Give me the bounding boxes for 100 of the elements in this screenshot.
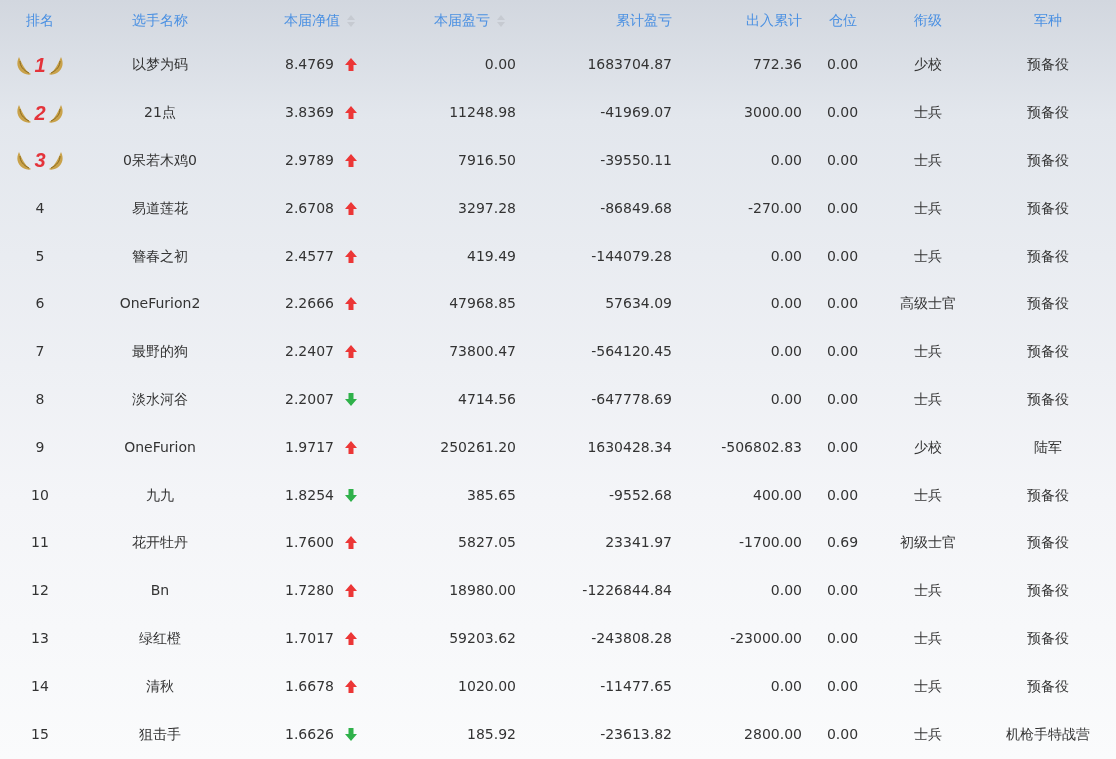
profit-value: 4714.56 (458, 389, 516, 409)
player-name: 绿红橙 (139, 628, 181, 648)
rank-number: 1 (34, 52, 46, 78)
net-value: 1.6626 (285, 724, 334, 744)
position-value: 0.00 (826, 294, 859, 314)
net-value: 1.6678 (285, 676, 334, 696)
rank-grade: 士兵 (913, 151, 942, 170)
net-value: 2.4577 (285, 246, 334, 266)
total-profit: -86849.68 (600, 198, 672, 218)
rank-grade: 高级士官 (899, 294, 956, 314)
net-flow: 0.00 (770, 676, 802, 696)
rank-grade: 士兵 (913, 389, 942, 409)
position-value: 0.00 (826, 389, 859, 409)
rank-grade: 士兵 (913, 628, 942, 648)
net-flow: 0.00 (770, 151, 802, 170)
position-value: 0.00 (826, 628, 859, 648)
total-profit: 1683704.87 (587, 55, 672, 75)
position-value: 0.00 (826, 485, 859, 505)
total-profit: -144079.28 (591, 246, 672, 266)
branch-name: 预备役 (1027, 342, 1069, 362)
profit-value: 385.65 (467, 485, 516, 505)
net-flow: 400.00 (753, 485, 802, 505)
player-name: 清秋 (146, 676, 174, 696)
player-name: 淡水河谷 (132, 389, 188, 409)
rank-number: 6 (35, 294, 45, 314)
rank-number: 5 (35, 246, 45, 266)
branch-name: 机枪手特战营 (1006, 724, 1090, 744)
column-header[interactable]: 仓位 (828, 10, 857, 31)
column-header[interactable]: 排名 (26, 10, 54, 31)
net-value: 8.4769 (285, 55, 334, 75)
profit-value: 47968.85 (449, 294, 516, 314)
branch-name: 陆军 (1034, 437, 1062, 457)
rank-grade: 士兵 (913, 198, 942, 218)
total-profit: -11477.65 (600, 676, 672, 696)
branch-name: 预备役 (1027, 581, 1069, 601)
net-value: 1.9717 (285, 437, 334, 457)
column-header[interactable]: 累计盈亏 (616, 10, 672, 31)
rank-number: 7 (35, 342, 45, 362)
player-name: OneFurion2 (119, 294, 201, 314)
player-name: 最野的狗 (132, 342, 188, 362)
rank-number: 8 (35, 389, 45, 409)
net-value: 1.7280 (285, 581, 334, 601)
position-value: 0.69 (826, 533, 859, 553)
player-name: 九九 (146, 485, 174, 505)
rank-grade: 士兵 (913, 724, 942, 744)
rank-grade: 少校 (913, 437, 942, 457)
profit-value: 7916.50 (458, 151, 516, 170)
player-name: OneFurion (124, 437, 196, 457)
player-name: 0呆若木鸡0 (123, 151, 197, 170)
profit-value: 185.92 (467, 724, 516, 744)
profit-value: 11248.98 (449, 103, 516, 123)
total-profit: -39550.11 (600, 151, 672, 170)
profit-value: 3297.28 (458, 198, 516, 218)
rank-number: 11 (31, 533, 49, 553)
net-value: 2.2007 (285, 389, 334, 409)
rank-grade: 士兵 (913, 581, 942, 601)
profit-value: 73800.47 (449, 342, 516, 362)
net-value: 3.8369 (285, 103, 334, 123)
profit-value: 18980.00 (449, 581, 516, 601)
branch-name: 预备役 (1027, 676, 1069, 696)
rank-number: 12 (31, 581, 49, 601)
rank-grade: 少校 (913, 55, 942, 75)
column-header[interactable]: 本届盈亏 (434, 10, 506, 31)
position-value: 0.00 (826, 151, 859, 170)
player-name: 以梦为码 (132, 55, 188, 75)
rank-number: 14 (31, 676, 49, 696)
net-flow: 0.00 (770, 342, 802, 362)
position-value: 0.00 (826, 724, 859, 744)
net-flow: -506802.83 (721, 437, 802, 457)
profit-value: 1020.00 (458, 676, 516, 696)
column-header[interactable]: 出入累计 (746, 10, 802, 31)
total-profit: 1630428.34 (587, 437, 672, 457)
player-name: 簪春之初 (132, 246, 188, 266)
column-header[interactable]: 军种 (1034, 10, 1062, 31)
net-flow: -23000.00 (730, 628, 802, 648)
player-name: 狙击手 (139, 724, 181, 744)
profit-value: 59203.62 (449, 628, 516, 648)
position-value: 0.00 (826, 437, 859, 457)
rank-grade: 士兵 (913, 342, 942, 362)
rank-grade: 士兵 (913, 103, 942, 123)
total-profit: -243808.28 (591, 628, 672, 648)
position-value: 0.00 (826, 246, 859, 266)
net-value: 1.7600 (285, 533, 334, 553)
total-profit: -1226844.84 (582, 581, 672, 601)
rank-number: 2 (34, 100, 46, 126)
column-header[interactable]: 选手名称 (132, 10, 188, 31)
column-header[interactable]: 衔级 (913, 10, 942, 31)
total-profit: -9552.68 (609, 485, 672, 505)
rank-grade: 士兵 (913, 246, 942, 266)
net-value: 2.2407 (285, 342, 334, 362)
net-value: 2.6708 (285, 198, 334, 218)
total-profit: 23341.97 (605, 533, 672, 553)
net-flow: 0.00 (770, 294, 802, 314)
net-flow: 3000.00 (744, 103, 802, 123)
net-flow: 0.00 (770, 389, 802, 409)
player-name: 花开牡丹 (132, 533, 188, 553)
column-header[interactable]: 本届净值 (284, 10, 356, 31)
position-value: 0.00 (826, 198, 859, 218)
branch-name: 预备役 (1027, 389, 1069, 409)
rank-grade: 士兵 (913, 485, 942, 505)
